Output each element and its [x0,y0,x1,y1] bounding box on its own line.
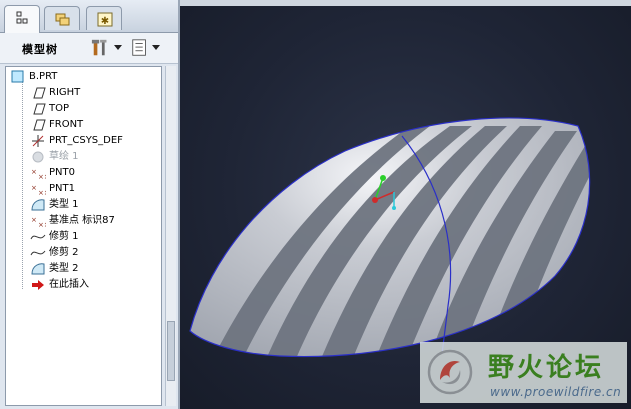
settings-tools-icon[interactable] [90,38,112,58]
watermark-title: 野火论坛 [488,353,605,383]
model-tree: B.PRT RIGHT TOP FRONT PRT_CSYS_DEF 草绘 1 [5,66,162,406]
show-list-icon[interactable] [130,38,150,58]
csys-icon [32,135,44,147]
svg-text:×: × [31,184,37,192]
watermark-logo-icon [427,349,473,395]
trim-icon [30,250,46,256]
watermark-url: www.proewildfire.cn [490,385,622,399]
datum-plane-icon [33,103,46,115]
show-dropdown-arrow[interactable] [152,45,160,50]
folder-icon [55,13,70,26]
insert-here-arrow-icon [32,280,44,290]
settings-dropdown-arrow[interactable] [114,45,122,50]
svg-text:××: ×× [38,189,46,196]
datum-plane-icon [33,87,46,99]
tree-scrollbar[interactable] [165,66,176,406]
favorites-icon: ✱ [97,12,113,27]
sketch-icon [32,151,44,163]
model-tree-tab[interactable] [4,5,40,33]
datum-plane-icon [33,119,46,131]
datum-point-icon: ××× [31,168,46,180]
svg-text:×: × [31,216,37,224]
datum-point-icon: ××× [31,216,46,228]
navigator-panel: ✱ 模型树 B.PRT RIGHT TOP FRONT PRT_CSYS_DEF… [0,0,178,409]
model-tree-icon [16,11,28,24]
surface-icon [31,263,45,275]
tree-connector-line [22,82,24,289]
navigator-tabs: ✱ [0,0,178,33]
tree-scrollbar-grip[interactable] [167,321,175,381]
svg-text:✱: ✱ [101,16,109,27]
watermark: 野火论坛 www.proewildfire.cn [420,342,627,403]
svg-text:××: ×× [38,221,46,228]
favorites-tab[interactable]: ✱ [86,6,122,30]
tree-title: 模型树 [22,43,58,56]
surface-icon [31,199,45,211]
part-icon [11,70,24,83]
svg-text:××: ×× [38,173,46,180]
datum-point-icon: ××× [31,184,46,196]
folder-browser-tab[interactable] [44,6,80,30]
svg-text:×: × [31,168,37,176]
trim-icon [30,234,46,240]
tree-toolbar: 模型树 [0,33,178,64]
